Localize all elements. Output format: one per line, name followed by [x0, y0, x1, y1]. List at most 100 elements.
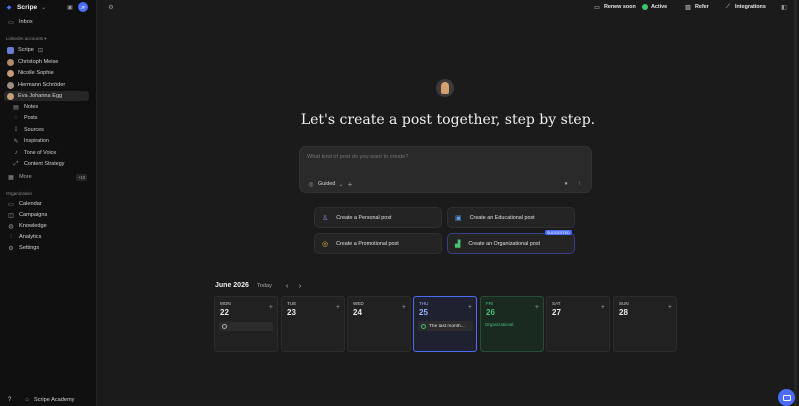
sidebar-item-posts[interactable]: ◌ Posts — [9, 113, 89, 123]
panel-toggle-icon[interactable]: ◧ — [780, 3, 788, 11]
check-circle-icon — [421, 323, 426, 329]
tone-icon: ♪ — [14, 150, 18, 156]
sidebar-item-content-strategy[interactable]: ⤢ Content Strategy — [9, 159, 89, 169]
calendar-day-fri[interactable]: FRI 26 + Organizational — [480, 296, 544, 352]
sidebar-item-settings[interactable]: ⚙ Settings — [4, 243, 89, 253]
notes-icon: ▤ — [13, 104, 19, 111]
sidebar: ◆ Scripe ⌄ ▣ JF ▭ Inbox LinkedIn account… — [0, 0, 97, 406]
calendar-icon: ▭ — [8, 201, 14, 208]
sidebar-item-campaigns[interactable]: ◫ Campaigns — [4, 210, 89, 220]
linkedin-section-label[interactable]: LinkedIn accounts ▾ — [6, 36, 47, 42]
strategy-icon: ⤢ — [13, 160, 19, 167]
loading-circle-icon — [222, 324, 227, 329]
integrations-button[interactable]: ⟋ Integrations — [724, 3, 766, 11]
sidebar-item-inspiration[interactable]: ✎ Inspiration — [9, 136, 89, 146]
account-name: Eva Johanna Egg — [18, 93, 63, 99]
person-icon: ♙ — [322, 214, 329, 222]
campaigns-icon: ◫ — [8, 212, 14, 219]
create-educational-post-card[interactable]: ▣ Create an Educational post — [447, 207, 575, 228]
page-title: Let's create a post together, step by st… — [300, 112, 596, 128]
active-status[interactable]: Active — [642, 3, 667, 11]
workspace-name: Scripe — [17, 3, 38, 11]
avatar — [7, 81, 14, 89]
microphone-icon[interactable]: ● — [562, 180, 570, 188]
prompt-box[interactable]: ◎ Guided ⌄ + ● ↑ — [299, 146, 592, 193]
sidebar-item-calendar[interactable]: ▭ Calendar — [4, 199, 89, 209]
chevron-left-icon[interactable]: ‹ — [283, 282, 291, 290]
prompt-input[interactable] — [307, 154, 577, 160]
calendar-day-sat[interactable]: SAT 27 + — [546, 296, 610, 352]
whatsapp-icon — [642, 4, 648, 10]
calendar-day-wed[interactable]: WED 24 + — [347, 296, 411, 352]
avatar — [7, 58, 14, 66]
sidebar-item-inbox[interactable]: ▭ Inbox — [4, 17, 89, 27]
calendar-day-tue[interactable]: TUE 23 + — [281, 296, 345, 352]
chat-support-button[interactable] — [778, 389, 795, 406]
sidebar-item-tone-of-voice[interactable]: ♪ Tone of Voice — [9, 148, 89, 158]
megaphone-icon: ◎ — [322, 240, 329, 248]
refer-button[interactable]: ▥ Refer — [684, 3, 709, 11]
workspace-switcher[interactable]: ◆ Scripe ⌄ — [5, 3, 47, 11]
account-hermann[interactable]: Hermann Schröder — [4, 80, 89, 90]
renew-soon-button[interactable]: ▭ Renew soon — [593, 3, 636, 11]
plus-icon[interactable]: + — [468, 304, 472, 311]
calendar-event[interactable]: The last month... — [418, 321, 473, 331]
more-count-badge: +10 — [76, 174, 88, 181]
today-button[interactable]: Today — [257, 283, 272, 289]
calendar-day-sun[interactable]: SUN 28 + — [613, 296, 677, 352]
user-avatar[interactable]: JF — [78, 2, 88, 12]
account-name: Scripe — [18, 47, 34, 53]
chevron-right-icon[interactable]: › — [296, 282, 304, 290]
plus-icon[interactable]: + — [668, 304, 672, 311]
inspiration-icon: ✎ — [13, 138, 19, 145]
sidebar-toggle-icon[interactable]: ▣ — [66, 3, 74, 11]
gear-icon: ⚙ — [8, 245, 14, 252]
sidebar-item-notes[interactable]: ▤ Notes — [9, 102, 89, 112]
plus-icon[interactable]: + — [535, 304, 539, 311]
calendar-month: June 2026 — [215, 282, 249, 289]
create-personal-post-card[interactable]: ♙ Create a Personal post — [314, 207, 442, 228]
sidebar-item-label: Inbox — [19, 19, 33, 25]
chat-icon — [782, 394, 791, 401]
account-nicolle[interactable]: Nicolle Sophie — [4, 68, 89, 78]
account-christoph[interactable]: Christoph Meise — [4, 57, 89, 67]
grid-icon: ▦ — [8, 174, 14, 181]
hero-avatar — [436, 79, 454, 97]
plus-icon[interactable]: + — [601, 304, 605, 311]
create-organizational-post-card[interactable]: ▟ Create an Organizational post — [447, 233, 575, 254]
plus-icon[interactable]: + — [336, 304, 340, 311]
mode-dropdown[interactable]: ◎ Guided ⌄ — [307, 180, 343, 188]
plus-icon[interactable]: + — [346, 180, 354, 189]
draft-slot[interactable] — [219, 322, 273, 331]
chevron-down-icon: ⌄ — [41, 4, 47, 11]
account-name: Nicolle Sophie — [18, 70, 54, 76]
plus-icon[interactable]: + — [269, 304, 273, 311]
calendar-day-thu[interactable]: THU 25 + The last month... — [413, 296, 477, 352]
account-scripe[interactable]: Scripe ⊡ — [4, 45, 89, 55]
main-area: ⚙ ▭ Renew soon Active ▥ Refer ⟋ Integrat… — [97, 0, 799, 406]
card-icon: ▭ — [594, 4, 600, 11]
account-eva[interactable]: Eva Johanna Egg — [4, 91, 89, 101]
academy-icon: ⌂ — [25, 397, 29, 403]
calendar-day-mon[interactable]: MON 22 + — [214, 296, 278, 352]
sidebar-item-knowledge[interactable]: ◍ Knowledge — [4, 221, 89, 231]
sources-icon: ⟟ — [14, 126, 18, 133]
settings-sliders-icon[interactable]: ⚙ — [107, 3, 115, 11]
posts-icon: ◌ — [14, 115, 18, 121]
analytics-icon: ⫶ — [10, 233, 12, 240]
account-name: Hermann Schröder — [18, 82, 66, 88]
avatar — [7, 69, 14, 77]
avatar — [7, 92, 14, 100]
scripe-logo-icon: ◆ — [6, 4, 12, 11]
suggested-badge: SUGGESTED — [545, 230, 572, 235]
sidebar-item-analytics[interactable]: ⫶ Analytics — [4, 232, 89, 242]
scrollbar[interactable] — [794, 0, 797, 406]
lock-icon: ⊡ — [37, 47, 43, 54]
help-button[interactable]: ? — [8, 397, 11, 403]
link-icon: ⟋ — [725, 3, 731, 10]
create-promotional-post-card[interactable]: ◎ Create a Promotional post — [314, 233, 442, 254]
sidebar-item-sources[interactable]: ⟟ Sources — [9, 125, 89, 135]
scripe-academy-link[interactable]: ⌂ Scripe Academy — [23, 396, 74, 404]
send-arrow-icon[interactable]: ↑ — [575, 180, 583, 188]
plus-icon[interactable]: + — [402, 304, 406, 311]
